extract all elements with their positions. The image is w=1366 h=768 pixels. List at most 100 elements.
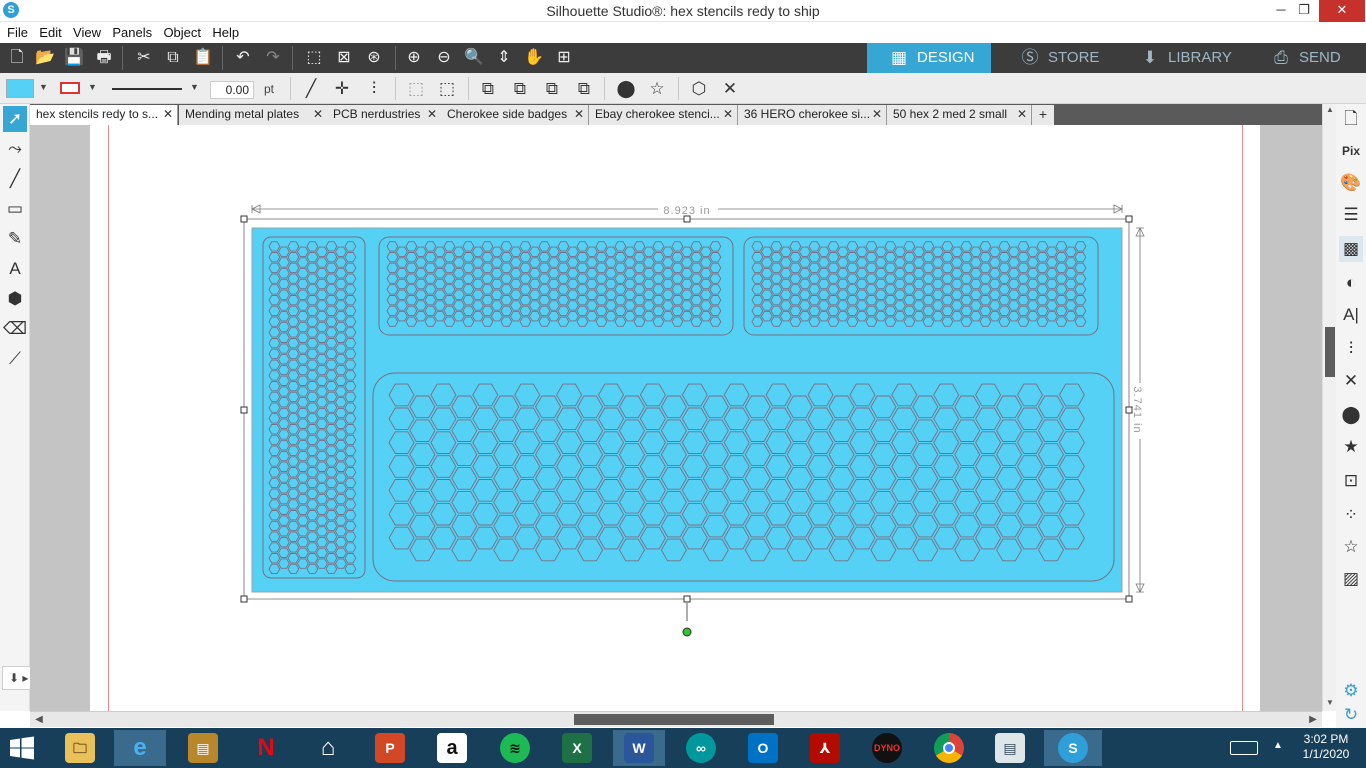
internet-explorer-icon[interactable]: e — [114, 730, 166, 766]
copy-icon[interactable]: ⧉ — [161, 46, 185, 70]
text-tool-icon[interactable]: A — [3, 256, 27, 282]
knife-tool-icon[interactable]: ⟋ — [3, 346, 27, 372]
transform-icon[interactable]: ✕ — [1339, 368, 1363, 394]
menu-view[interactable]: View — [69, 22, 105, 40]
line-draw-icon[interactable]: ╱ — [3, 166, 27, 192]
line-color-swatch[interactable] — [60, 82, 80, 94]
resize-handle[interactable] — [240, 595, 248, 603]
deselect-icon[interactable]: ⊠ — [332, 46, 356, 70]
move-arrows-icon[interactable]: ⇕ — [492, 46, 516, 70]
close-tab-icon[interactable]: ✕ — [1017, 105, 1027, 124]
doc-tab[interactable]: 36 HERO cherokee si... ✕ — [738, 105, 887, 125]
menu-help[interactable]: Help — [208, 22, 243, 40]
scroll-down-icon[interactable]: ▼ — [1323, 697, 1337, 709]
fill-tool-icon[interactable]: ⬢ — [3, 286, 27, 312]
replicate-icon[interactable]: ⬡ — [687, 77, 711, 101]
doc-tab[interactable]: PCB nerdustries ✕ — [327, 105, 442, 125]
ungroup-icon[interactable]: ⬚ — [435, 77, 459, 101]
netflix-icon[interactable]: N — [240, 730, 292, 766]
doc-tab[interactable]: Ebay cherokee stenci... ✕ — [589, 105, 738, 125]
fill-dropdown-icon[interactable]: ▼ — [39, 82, 48, 92]
stencil-design[interactable]: 8.923 in 3.741 in — [30, 125, 1322, 711]
close-tab-icon[interactable]: ✕ — [574, 105, 584, 124]
hatch-icon[interactable]: ▨ — [1339, 566, 1363, 592]
line-color-dropdown-icon[interactable]: ▼ — [88, 82, 97, 92]
vertical-scroll-thumb[interactable] — [1325, 327, 1335, 377]
outlook-icon[interactable]: O — [737, 730, 789, 766]
line-style-preview[interactable] — [112, 88, 182, 90]
maximize-button[interactable]: ❐ — [1289, 0, 1319, 22]
line-style-dropdown-icon[interactable]: ▼ — [190, 82, 199, 92]
new-document-icon[interactable]: 🗋 — [5, 46, 29, 70]
weld-icon[interactable]: ⬤ — [614, 77, 638, 101]
notes-app-icon[interactable]: ▤ — [177, 730, 229, 766]
line-tool-icon[interactable]: ╱ — [299, 77, 323, 101]
tab-library[interactable]: ⬇ LIBRARY — [1118, 43, 1244, 73]
select-by-color-icon[interactable]: ⊛ — [362, 46, 386, 70]
fill-palette-icon[interactable]: 🎨 — [1339, 170, 1363, 196]
page-setup-icon[interactable]: 🗋 — [1339, 106, 1363, 132]
sketch-star-icon[interactable]: ☆ — [1339, 534, 1363, 560]
redo-icon[interactable]: ↷ — [261, 46, 285, 70]
rectangle-tool-icon[interactable]: ▭ — [3, 196, 27, 222]
windows-start-icon[interactable] — [8, 736, 36, 760]
group-icon[interactable]: ⬚ — [404, 77, 428, 101]
menu-edit[interactable]: Edit — [35, 22, 65, 40]
dyno-icon[interactable]: DYNO — [861, 730, 913, 766]
fit-to-page-icon[interactable]: ⊞ — [552, 46, 576, 70]
arduino-icon[interactable]: ∞ — [675, 730, 727, 766]
line-width-field[interactable]: 0.00 — [210, 81, 254, 99]
add-tab-button[interactable]: + — [1032, 105, 1054, 125]
line-style-icon[interactable]: ☰ — [1339, 202, 1363, 228]
resize-handle[interactable] — [1125, 215, 1133, 223]
vertical-scrollbar[interactable]: ▲ ▼ — [1322, 104, 1336, 711]
excel-icon[interactable]: X — [551, 730, 603, 766]
resize-handle[interactable] — [240, 215, 248, 223]
delete-icon[interactable]: ✕ — [718, 77, 742, 101]
settings-gear-icon[interactable]: ⚙ — [1339, 678, 1363, 704]
send-backward-icon[interactable]: ⧉ — [508, 77, 532, 101]
tab-design[interactable]: ▦ DESIGN — [867, 43, 991, 73]
close-tab-icon[interactable]: ✕ — [723, 105, 733, 124]
powerpoint-icon[interactable]: P — [364, 730, 416, 766]
document-viewer-icon[interactable]: ▤ — [984, 730, 1036, 766]
close-tab-icon[interactable]: ✕ — [313, 105, 323, 124]
bring-to-front-icon[interactable]: ⧉ — [540, 77, 564, 101]
horizontal-scroll-thumb[interactable] — [574, 714, 774, 725]
tab-send[interactable]: ⎙ SEND — [1249, 43, 1366, 73]
system-clock[interactable]: 3:02 PM 1/1/2020 — [1296, 732, 1356, 762]
move-icon[interactable]: ✛ — [330, 77, 354, 101]
doc-tab[interactable]: 50 hex 2 med 2 small ✕ — [887, 105, 1032, 125]
chrome-icon[interactable] — [923, 730, 975, 766]
fill-color-swatch[interactable] — [6, 79, 34, 98]
doc-tab[interactable]: hex stencils redy to s... ✕ — [30, 105, 178, 125]
modify-icon[interactable]: ⬤ — [1339, 402, 1363, 428]
open-folder-icon[interactable]: 📂 — [33, 46, 57, 70]
resize-handle[interactable] — [1125, 595, 1133, 603]
menu-file[interactable]: File — [0, 22, 32, 40]
align-panel-icon[interactable]: ⫶ — [1339, 336, 1363, 362]
resize-handle[interactable] — [240, 406, 248, 414]
word-icon[interactable]: W — [613, 730, 665, 766]
send-to-back-icon[interactable]: ⧉ — [572, 77, 596, 101]
scroll-up-icon[interactable]: ▲ — [1323, 104, 1337, 116]
text-style-icon[interactable]: A| — [1339, 302, 1363, 328]
bring-forward-icon[interactable]: ⧉ — [476, 77, 500, 101]
refresh-icon[interactable]: ↻ — [1339, 702, 1363, 728]
edit-points-icon[interactable]: ⤳ — [3, 136, 27, 162]
print-icon[interactable]: 🖶 — [92, 46, 116, 70]
eraser-tool-icon[interactable]: ⌫ — [3, 316, 27, 342]
amazon-icon[interactable]: a — [426, 730, 478, 766]
cut-icon[interactable]: ✂ — [132, 46, 156, 70]
scroll-right-icon[interactable]: ▶ — [1306, 712, 1320, 727]
menu-panels[interactable]: Panels — [108, 22, 156, 40]
trace-icon[interactable]: ⊡ — [1339, 468, 1363, 494]
rotate-handle[interactable] — [682, 627, 692, 637]
pan-hand-icon[interactable]: ✋ — [522, 46, 546, 70]
pencil-tool-icon[interactable]: ✎ — [3, 226, 27, 252]
pixscan-icon[interactable]: Pix — [1339, 138, 1363, 164]
home-icon[interactable]: ⌂ — [302, 730, 354, 766]
select-all-icon[interactable]: ⬚ — [302, 46, 326, 70]
align-icon[interactable]: ⫶ — [362, 77, 386, 101]
select-tool-icon[interactable]: ➚ — [3, 106, 27, 132]
